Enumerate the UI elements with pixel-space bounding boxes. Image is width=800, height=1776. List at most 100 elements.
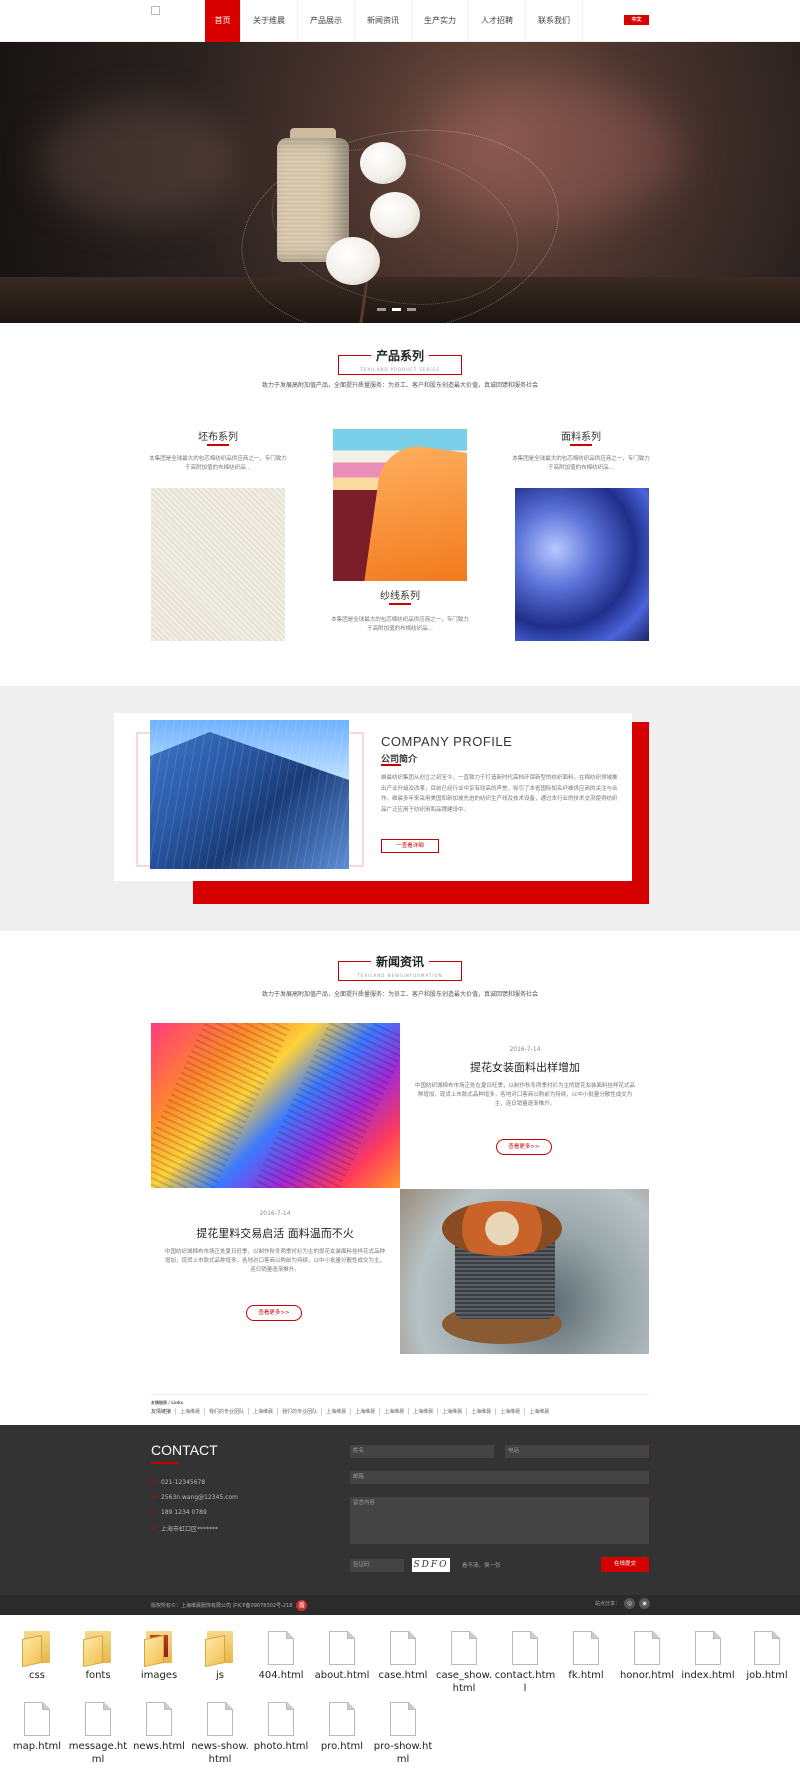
- products-title-box: 产品系列 TEXILAND PRODUCT SERIES: [338, 349, 462, 375]
- product-name[interactable]: 面料系列: [511, 428, 651, 443]
- slider-dot[interactable]: [407, 308, 416, 311]
- news-date: 2016-7-14: [509, 1046, 541, 1053]
- folder-item[interactable]: fonts: [67, 1631, 129, 1682]
- file-label: honor.html: [619, 1670, 675, 1681]
- file-item[interactable]: message.html: [67, 1702, 129, 1766]
- file-item[interactable]: case_show.html: [433, 1631, 495, 1695]
- file-item[interactable]: fk.html: [555, 1631, 617, 1682]
- file-label: pro-show.html: [373, 1741, 433, 1765]
- contact-address: ⚲ 上海市虹口区*******: [151, 1525, 219, 1533]
- file-item[interactable]: index.html: [677, 1631, 739, 1682]
- file-label: images: [140, 1670, 178, 1681]
- file-label: job.html: [746, 1670, 788, 1681]
- product-desc: 本集团是全球最大的包芯棉纺织品供应商之一，专门致力于高附加值的布棉纺织品...: [512, 456, 650, 471]
- friend-link[interactable]: 我们的专业团队: [204, 1408, 248, 1415]
- file-label: photo.html: [253, 1741, 309, 1752]
- friend-link[interactable]: 上海维晨: [495, 1408, 524, 1415]
- product-image-fabric[interactable]: [515, 488, 649, 641]
- friend-links-label: 友情链接: [151, 1409, 172, 1415]
- security-badge-icon[interactable]: 盾: [296, 1600, 308, 1611]
- captcha-refresh[interactable]: 看不清，换一张: [462, 1561, 501, 1569]
- product-name[interactable]: 纱线系列: [330, 587, 470, 602]
- html-file-icon: [329, 1631, 355, 1665]
- products-title: 产品系列: [370, 349, 429, 363]
- news-image-spool[interactable]: [400, 1189, 649, 1354]
- file-item[interactable]: job.html: [736, 1631, 798, 1682]
- html-file-icon: [268, 1631, 294, 1665]
- file-item[interactable]: 404.html: [250, 1631, 312, 1682]
- friend-link[interactable]: 上海维晨: [524, 1408, 553, 1415]
- nav-item-home[interactable]: 首页: [205, 0, 241, 42]
- folder-item[interactable]: js: [189, 1631, 251, 1682]
- folder-item[interactable]: images: [128, 1631, 190, 1682]
- product-name[interactable]: 坯布系列: [148, 428, 288, 443]
- file-item[interactable]: contact.html: [494, 1631, 556, 1695]
- product-underline: [570, 444, 592, 446]
- profile-more-button[interactable]: 一查看详细: [381, 839, 439, 853]
- html-file-icon: [512, 1631, 538, 1665]
- file-item[interactable]: about.html: [311, 1631, 373, 1682]
- file-label: map.html: [12, 1741, 62, 1752]
- share-label: 站点分享：: [595, 1601, 621, 1607]
- news-headline[interactable]: 提花女装面料出样增加: [405, 1059, 645, 1075]
- news-headline[interactable]: 提花里料交易启活 面料温而不火: [155, 1225, 395, 1241]
- product-image-greige[interactable]: [151, 488, 285, 641]
- file-item[interactable]: photo.html: [250, 1702, 312, 1753]
- phone-field[interactable]: 电话: [505, 1445, 649, 1458]
- weibo-icon[interactable]: ◉: [639, 1598, 651, 1609]
- file-item[interactable]: pro-show.html: [372, 1702, 434, 1766]
- nav-item-news[interactable]: 新闻资讯: [355, 0, 412, 42]
- nav-item-jobs[interactable]: 人才招聘: [469, 0, 526, 42]
- file-item[interactable]: news.html: [128, 1702, 190, 1753]
- links-heading: 友情链接 / Links: [151, 1400, 184, 1405]
- file-item[interactable]: map.html: [6, 1702, 68, 1753]
- file-item[interactable]: honor.html: [616, 1631, 678, 1682]
- logo-image-icon[interactable]: [151, 6, 160, 15]
- wechat-icon[interactable]: ◎: [624, 1598, 636, 1609]
- friend-link[interactable]: 上海维晨: [437, 1408, 466, 1415]
- file-item[interactable]: case.html: [372, 1631, 434, 1682]
- news-summary: 中国纺织城棉布市场正处在夏日旺季，以制作秋冬两季衬衫为主的提花女装面料挂样花式品…: [415, 1083, 636, 1107]
- friend-link[interactable]: 上海维晨: [248, 1408, 277, 1415]
- friend-link[interactable]: 上海维晨: [466, 1408, 495, 1415]
- html-file-icon: [390, 1631, 416, 1665]
- profile-text: 维晨纺织集团从创立之初至今，一直致力于打造新时代高档环保新型的纺织面料，在棉纺织…: [381, 775, 618, 813]
- html-file-icon: [207, 1702, 233, 1736]
- name-field[interactable]: 姓名: [350, 1445, 494, 1458]
- nav-item-about[interactable]: 关于维晨: [241, 0, 298, 42]
- message-field[interactable]: 留言内容: [350, 1497, 649, 1544]
- captcha-field[interactable]: 验证码: [350, 1559, 404, 1572]
- email-field[interactable]: 邮箱: [350, 1471, 649, 1484]
- product-image-yarn[interactable]: [333, 429, 467, 581]
- required-mark: *: [650, 1496, 653, 1502]
- friend-link[interactable]: 上海维晨: [321, 1408, 350, 1415]
- mobile-icon: ▯: [151, 1509, 155, 1516]
- friend-link[interactable]: 我们的专业团队: [277, 1408, 321, 1415]
- file-item[interactable]: pro.html: [311, 1702, 373, 1753]
- slider-dot-active[interactable]: [392, 308, 401, 311]
- captcha-image[interactable]: SDFO: [412, 1558, 450, 1572]
- news-summary: 中国纺织城棉布市场正处夏日旺季，以制作秋冬两季衬衫为主的提花女装面料挂样花式品种…: [165, 1249, 386, 1273]
- nav-item-products[interactable]: 产品展示: [298, 0, 355, 42]
- submit-button[interactable]: 在线提交: [601, 1557, 649, 1572]
- news-more-button[interactable]: 查看更多>>: [496, 1139, 552, 1155]
- news-image-fabric[interactable]: [151, 1023, 400, 1188]
- file-label: case_show.html: [435, 1670, 493, 1694]
- nav-item-contact[interactable]: 联系我们: [526, 0, 583, 42]
- profile-title-en: COMPANY PROFILE: [381, 734, 513, 749]
- friend-link[interactable]: 上海维晨: [175, 1408, 204, 1415]
- file-item[interactable]: news-show.html: [189, 1702, 251, 1766]
- slider-dot[interactable]: [377, 308, 386, 311]
- contact-email: ✉ 2563n.wang@12345.com: [151, 1494, 238, 1501]
- friend-link[interactable]: 上海维晨: [379, 1408, 408, 1415]
- nav-item-production[interactable]: 生产实力: [412, 0, 469, 42]
- profile-building-image: [150, 720, 349, 869]
- language-switch[interactable]: 中文: [624, 15, 649, 25]
- folder-icon: [83, 1631, 113, 1668]
- news-more-button[interactable]: 查看更多>>: [246, 1305, 302, 1321]
- friend-link[interactable]: 上海维晨: [350, 1408, 379, 1415]
- location-icon: ⚲: [151, 1525, 156, 1532]
- folder-item[interactable]: css: [6, 1631, 68, 1682]
- copyright: 版权所有©：上海维晨服饰有限公司 沪ICP备09078302号-218 盾: [151, 1600, 308, 1611]
- friend-link[interactable]: 上海维晨: [408, 1408, 437, 1415]
